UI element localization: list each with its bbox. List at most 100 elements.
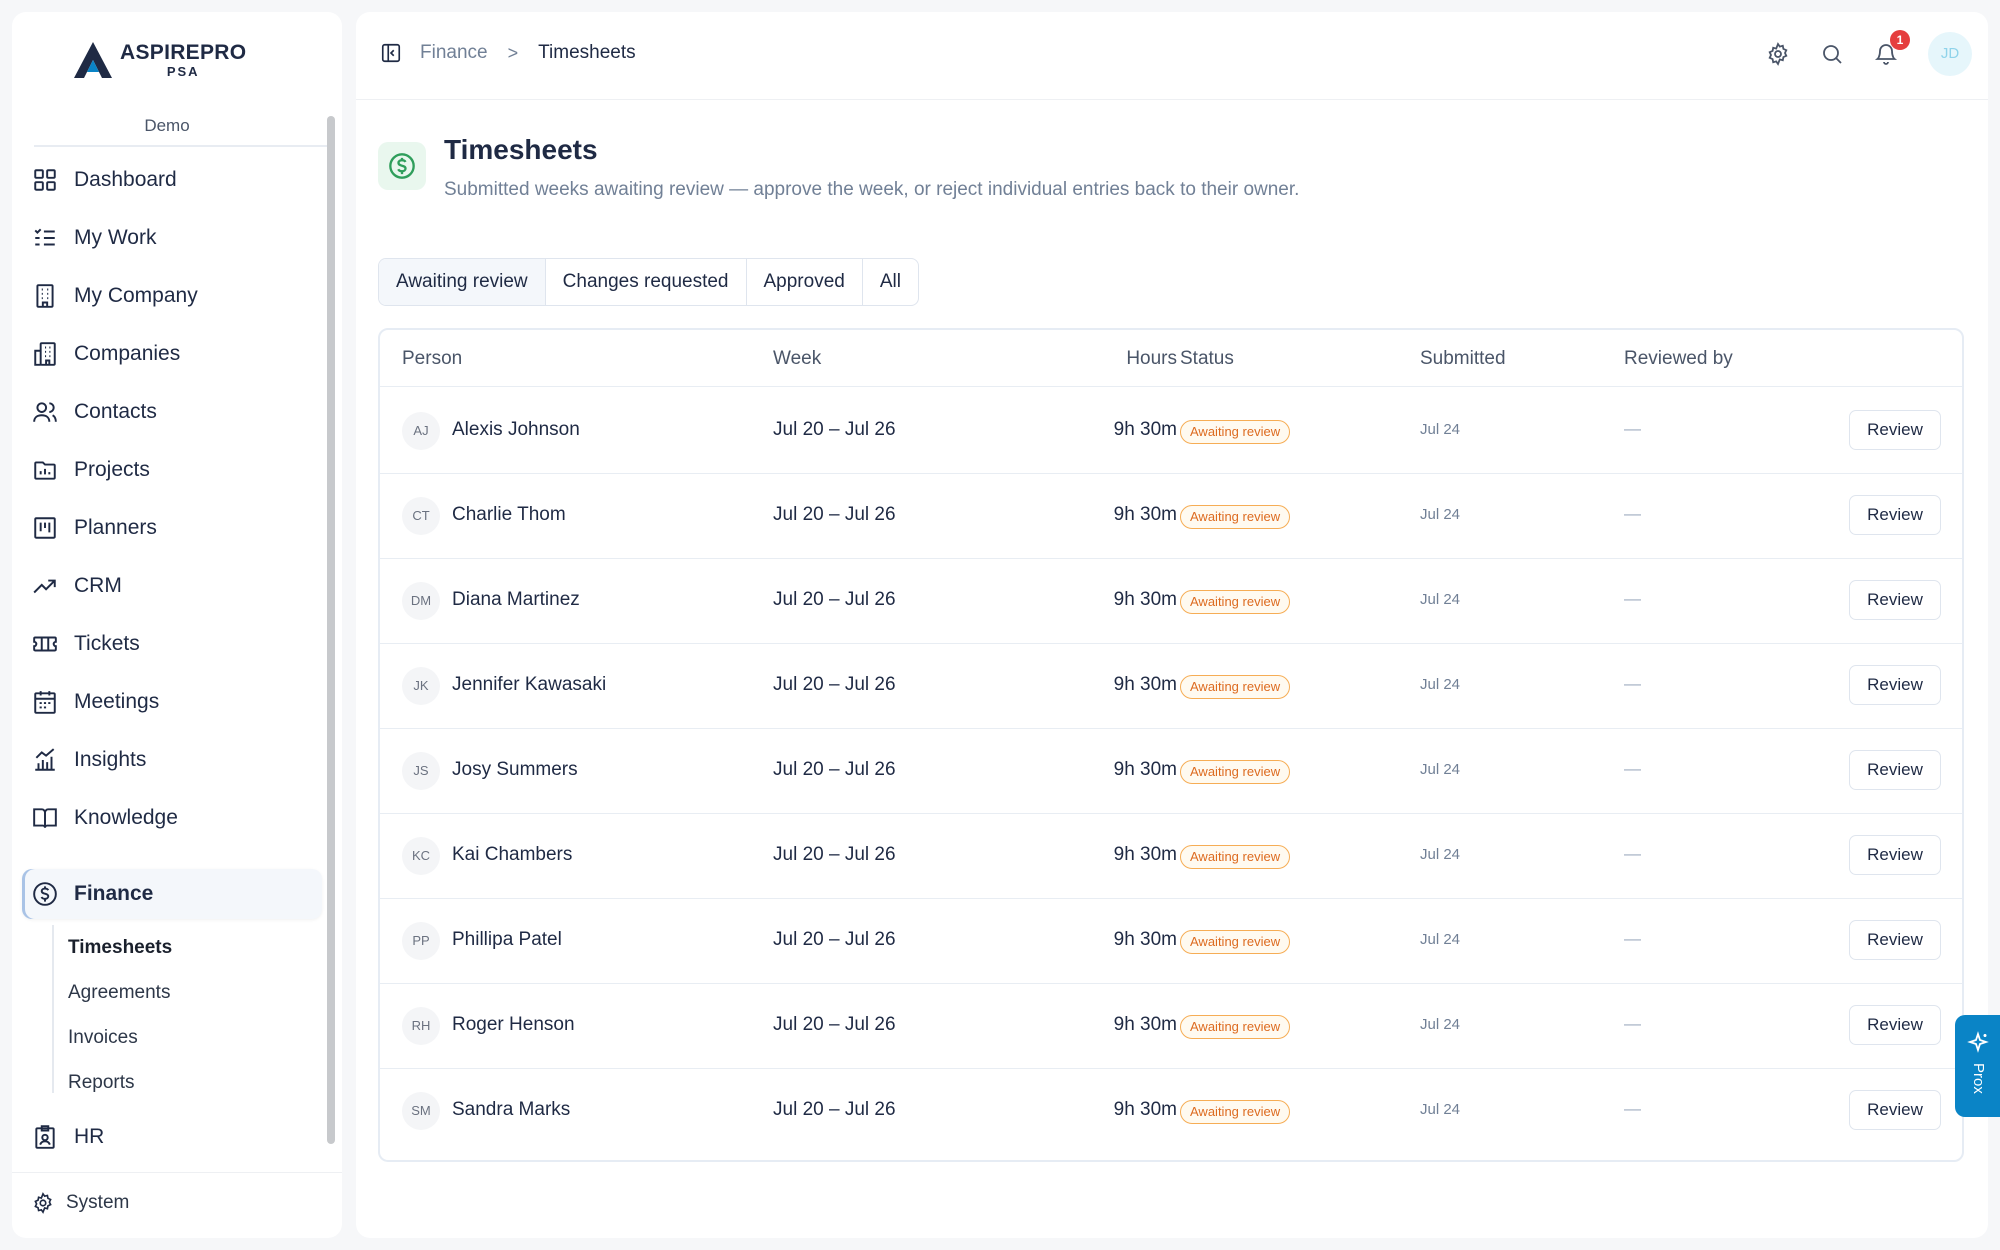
settings-button[interactable] <box>1766 42 1790 66</box>
sidebar-item-crm[interactable]: CRM <box>22 561 322 611</box>
table-row[interactable]: DM Diana Martinez Jul 20 – Jul 26 9h 30m Awa… <box>380 559 1962 644</box>
review-button[interactable]: Review <box>1849 580 1941 620</box>
status-badge: Awaiting review <box>1180 1015 1291 1039</box>
grid-icon <box>34 169 56 191</box>
review-button[interactable]: Review <box>1849 1005 1941 1045</box>
reviewed-by: — <box>1624 674 1641 693</box>
person-name: Diana Martinez <box>452 589 580 610</box>
system-label: System <box>66 1192 130 1213</box>
review-button[interactable]: Review <box>1849 920 1941 960</box>
review-button[interactable]: Review <box>1849 665 1941 705</box>
review-button[interactable]: Review <box>1849 410 1941 450</box>
status-badge: Awaiting review <box>1180 420 1291 444</box>
column-header-person[interactable]: Person <box>402 348 462 370</box>
top-bar: Finance > Timesheets 1 JD <box>356 12 1988 100</box>
sidebar-scrollbar[interactable] <box>327 116 335 1144</box>
table-row[interactable]: CT Charlie Thom Jul 20 – Jul 26 9h 30m Await… <box>380 474 1962 559</box>
review-button[interactable]: Review <box>1849 1090 1941 1130</box>
person-avatar: JS <box>402 752 440 790</box>
table-row[interactable]: JS Josy Summers Jul 20 – Jul 26 9h 30m Await… <box>380 729 1962 814</box>
sidebar-item-my-work[interactable]: My Work <box>22 213 322 263</box>
top-actions: 1 JD <box>1766 30 1972 76</box>
submitted-date: Jul 24 <box>1420 676 1461 693</box>
column-header-submitted[interactable]: Submitted <box>1420 348 1506 370</box>
tab-awaiting-review[interactable]: Awaiting review <box>379 259 546 305</box>
person-avatar: JK <box>402 667 440 705</box>
submitted-date: Jul 24 <box>1420 506 1461 523</box>
person-avatar: KC <box>402 837 440 875</box>
table-row[interactable]: JK Jennifer Kawasaki Jul 20 – Jul 26 9h 30m… <box>380 644 1962 729</box>
sidebar-subitem-invoices[interactable]: Invoices <box>68 1027 138 1049</box>
sidebar-item-projects[interactable]: Projects <box>22 445 322 495</box>
person-avatar: RH <box>402 1007 440 1045</box>
search-button[interactable] <box>1820 42 1844 66</box>
sidebar-item-knowledge[interactable]: Knowledge <box>22 793 322 843</box>
dollar-circle-icon <box>33 882 57 906</box>
brand-sub: PSA <box>166 64 200 79</box>
week-range: Jul 20 – Jul 26 <box>773 844 896 865</box>
week-range: Jul 20 – Jul 26 <box>773 759 896 780</box>
sidebar-item-hr[interactable]: HR <box>22 1112 322 1162</box>
table-row[interactable]: PP Phillipa Patel Jul 20 – Jul 26 9h 30m Awa… <box>380 899 1962 984</box>
column-header-week[interactable]: Week <box>773 348 821 370</box>
column-header-reviewed-by[interactable]: Reviewed by <box>1624 348 1733 370</box>
person-avatar: PP <box>402 922 440 960</box>
submitted-date: Jul 24 <box>1420 846 1461 863</box>
id-badge-icon <box>35 1125 55 1149</box>
ai-assistant-tab[interactable]: Prox <box>1955 1015 2000 1117</box>
sidebar-item-meetings[interactable]: Meetings <box>22 677 322 727</box>
review-button[interactable]: Review <box>1849 750 1941 790</box>
notifications-button[interactable]: 1 <box>1874 30 1910 66</box>
sidebar-subitem-timesheets[interactable]: Timesheets <box>68 937 172 959</box>
sidebar-item-dashboard[interactable]: Dashboard <box>22 155 322 205</box>
breadcrumb-parent[interactable]: Finance <box>420 42 488 64</box>
tab-changes-requested[interactable]: Changes requested <box>546 259 747 305</box>
sidebar-item-finance[interactable]: Finance <box>22 869 322 919</box>
reviewed-by: — <box>1624 1099 1641 1118</box>
sidebar-item-planners[interactable]: Planners <box>22 503 322 553</box>
hours-value: 9h 30m <box>1113 419 1177 440</box>
sidebar-toggle-icon[interactable] <box>380 42 402 64</box>
list-check-icon <box>34 228 55 246</box>
logo-mark-icon <box>74 42 112 78</box>
breadcrumb-current: Timesheets <box>538 42 636 63</box>
review-button[interactable]: Review <box>1849 495 1941 535</box>
sidebar-item-tickets[interactable]: Tickets <box>22 619 322 669</box>
table-row[interactable]: AJ Alexis Johnson Jul 20 – Jul 26 9h 30m Awa… <box>380 389 1962 474</box>
page-title: Timesheets <box>444 134 598 165</box>
page-icon <box>378 142 426 190</box>
trending-up-icon <box>33 579 56 594</box>
column-header-status[interactable]: Status <box>1180 348 1234 370</box>
building-icon <box>36 284 54 308</box>
tab-all[interactable]: All <box>863 259 918 305</box>
workspace-name[interactable]: Demo <box>12 116 322 136</box>
sidebar-item-my-company[interactable]: My Company <box>22 271 322 321</box>
table-row[interactable]: RH Roger Henson Jul 20 – Jul 26 9h 30m Await… <box>380 984 1962 1069</box>
sidebar-item-companies[interactable]: Companies <box>22 329 322 379</box>
table-row[interactable]: KC Kai Chambers Jul 20 – Jul 26 9h 30m Await… <box>380 814 1962 899</box>
person-avatar: DM <box>402 582 440 620</box>
sidebar-item-label: Projects <box>74 458 150 481</box>
brand-logo[interactable]: ASPIREPRO PSA <box>72 40 246 80</box>
week-range: Jul 20 – Jul 26 <box>773 1014 896 1035</box>
sidebar-item-label: CRM <box>74 574 122 597</box>
sidebar-subitem-reports[interactable]: Reports <box>68 1072 135 1094</box>
submitted-date: Jul 24 <box>1420 931 1461 948</box>
sidebar-item-insights[interactable]: Insights <box>22 735 322 785</box>
review-button[interactable]: Review <box>1849 835 1941 875</box>
reviewed-by: — <box>1624 504 1641 523</box>
table-row[interactable]: SM Sandra Marks Jul 20 – Jul 26 9h 30m Await… <box>380 1069 1962 1154</box>
sidebar-item-system[interactable]: System <box>32 1192 129 1214</box>
reviewed-by: — <box>1624 1014 1641 1033</box>
users-icon <box>33 402 57 422</box>
person-name: Phillipa Patel <box>452 929 562 950</box>
person-name: Sandra Marks <box>452 1099 571 1120</box>
sidebar-item-contacts[interactable]: Contacts <box>22 387 322 437</box>
tab-approved[interactable]: Approved <box>747 259 863 305</box>
hours-value: 9h 30m <box>1113 929 1177 950</box>
week-range: Jul 20 – Jul 26 <box>773 674 896 695</box>
timesheets-table: Person Week Hours Status Submitted Revie… <box>378 328 1964 1162</box>
user-avatar[interactable]: JD <box>1928 32 1972 76</box>
column-header-hours[interactable]: Hours <box>1057 348 1177 370</box>
sidebar-subitem-agreements[interactable]: Agreements <box>68 982 170 1004</box>
